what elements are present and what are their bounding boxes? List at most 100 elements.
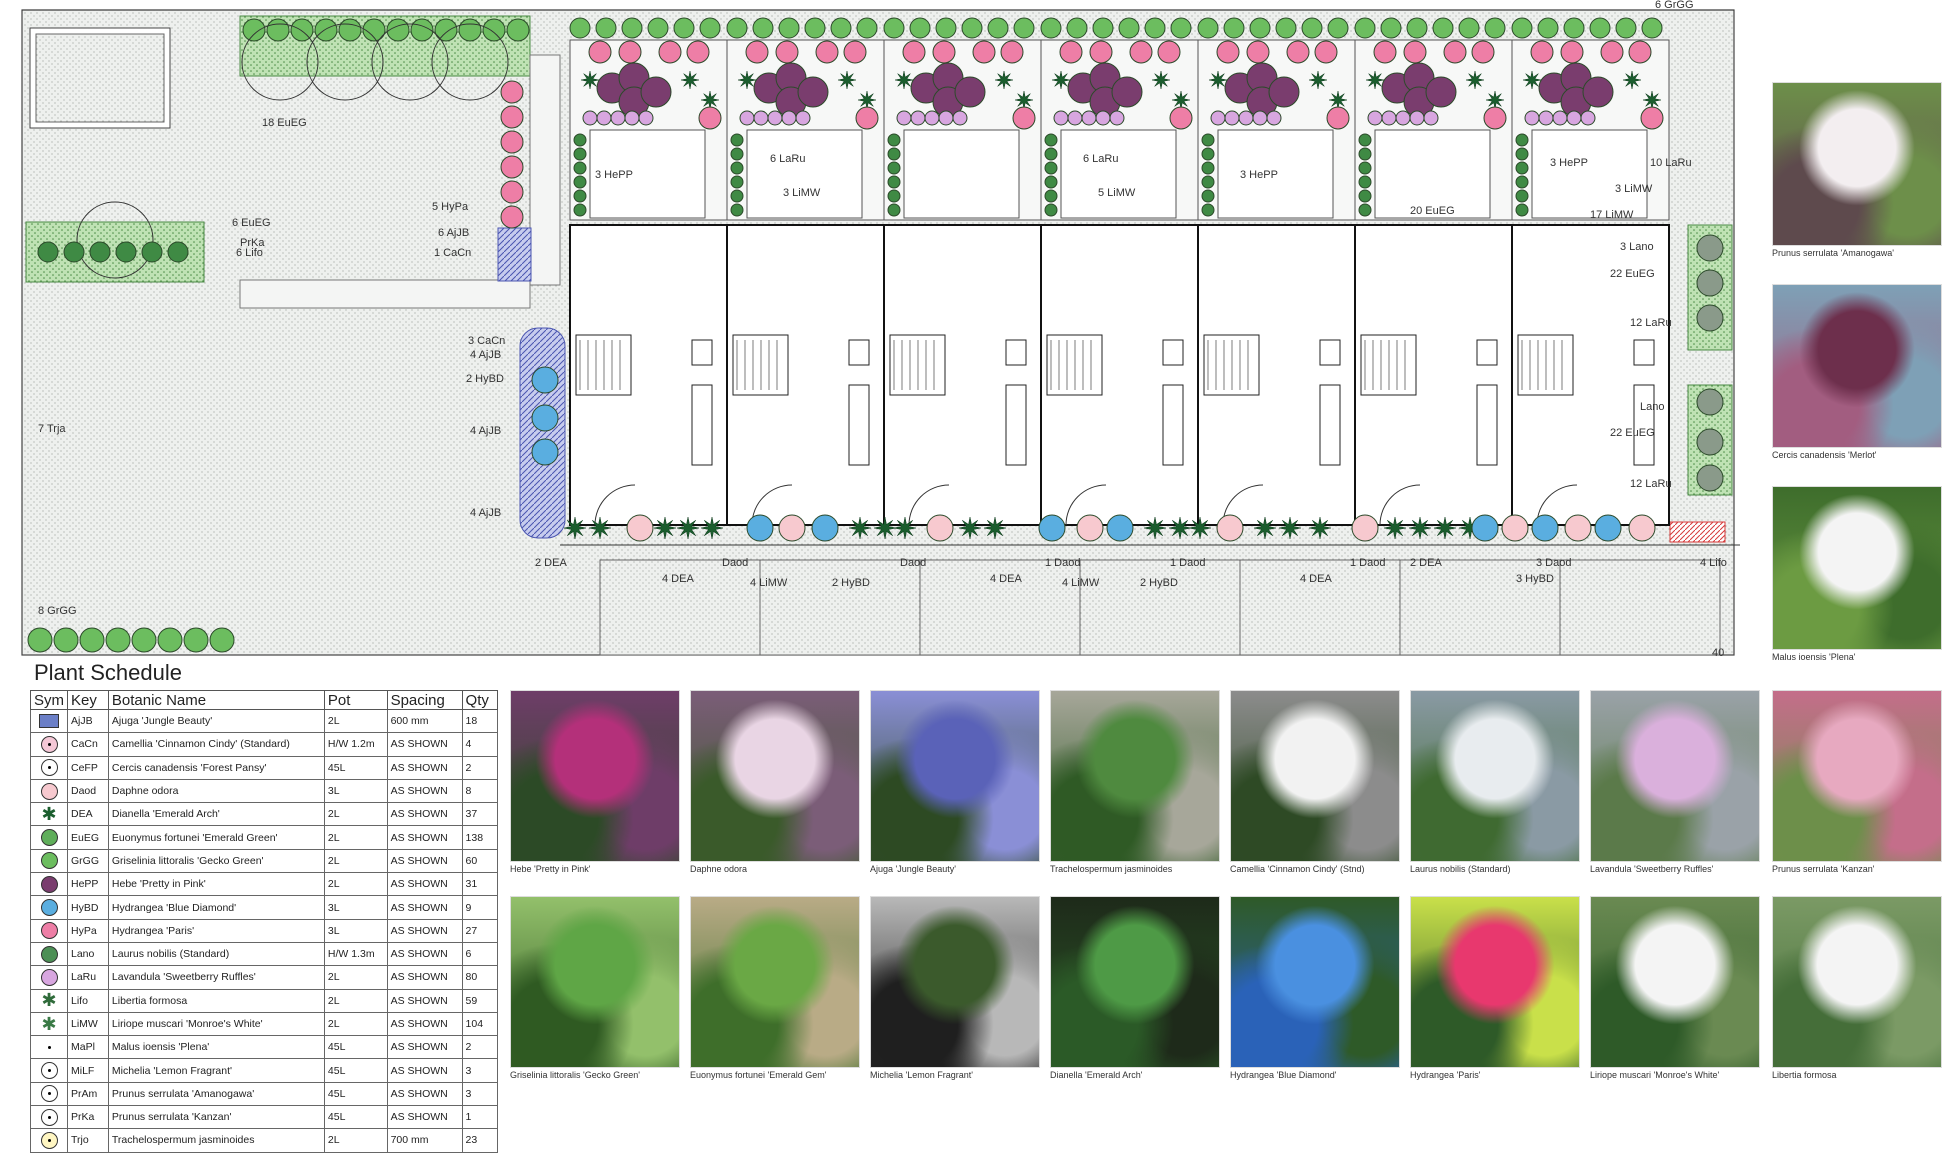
dianella-symbol bbox=[1253, 516, 1277, 540]
lavandula-symbol bbox=[1067, 110, 1083, 126]
hydrangea-paris-symbol bbox=[500, 130, 524, 154]
dianella-symbol bbox=[873, 516, 897, 540]
plan-label: 3 LiMW bbox=[783, 187, 821, 199]
hydrangea-blue-symbol bbox=[746, 514, 774, 542]
cell-key: AjJB bbox=[67, 708, 109, 734]
plan-label: 3 Daod bbox=[1536, 557, 1571, 569]
cell-name: Griselinia littoralis 'Gecko Green' bbox=[107, 848, 325, 874]
plan-label: 4 AjJB bbox=[470, 507, 501, 519]
euonymus-symbol bbox=[1358, 133, 1372, 147]
cell-pot: 45L bbox=[323, 1035, 388, 1060]
griselinia-symbol bbox=[569, 17, 591, 39]
cell-name: Camellia 'Cinnamon Cindy' (Standard) bbox=[107, 732, 325, 757]
cell-key: CeFP bbox=[67, 755, 109, 780]
table-row: Lano Laurus nobilis (Standard) H/W 1.3m AS … bbox=[30, 941, 499, 967]
symbol-cell bbox=[30, 848, 68, 874]
cell-qty: 60 bbox=[461, 848, 499, 874]
plant-photo bbox=[1230, 896, 1400, 1068]
cell-qty: 31 bbox=[461, 872, 499, 897]
cell-qty: 27 bbox=[461, 918, 499, 943]
daphne-symbol bbox=[1501, 514, 1529, 542]
cell-spacing: AS SHOWN bbox=[386, 732, 463, 757]
griselinia-symbol bbox=[458, 18, 482, 42]
lavandula-symbol bbox=[1266, 110, 1282, 126]
townhouse-unit bbox=[883, 224, 1042, 526]
plan-label: 2 HyBD bbox=[466, 373, 504, 385]
hydrangea-paris-symbol bbox=[1403, 40, 1427, 64]
cell-pot: 3L bbox=[323, 895, 388, 920]
cell-qty: 138 bbox=[461, 825, 499, 850]
griselinia-symbol bbox=[506, 18, 530, 42]
star-symbol-icon: ✱ bbox=[41, 990, 57, 1011]
ajuga-bed-top bbox=[497, 227, 532, 282]
hydrangea-blue-symbol bbox=[811, 514, 839, 542]
cell-qty: 1 bbox=[461, 1105, 499, 1130]
lavandula-symbol bbox=[1210, 110, 1226, 126]
cell-name: Libertia formosa bbox=[107, 988, 325, 1013]
table-row: CaCn Camellia 'Cinnamon Cindy' (Standard)… bbox=[30, 732, 499, 757]
hydrangea-paris-symbol bbox=[1530, 40, 1554, 64]
col-spacing: Spacing bbox=[386, 690, 463, 710]
cell-qty: 3 bbox=[461, 1081, 499, 1107]
griselinia-symbol bbox=[157, 627, 183, 653]
cell-name: Trachelospermum jasminoides bbox=[107, 1128, 325, 1153]
hydrangea-paris-symbol bbox=[815, 40, 839, 64]
euonymus-symbol bbox=[1201, 189, 1215, 203]
hydrangea-paris-symbol bbox=[1246, 40, 1270, 64]
griselinia-symbol bbox=[752, 17, 774, 39]
griselinia-symbol bbox=[434, 18, 458, 42]
dianella-symbol bbox=[1168, 516, 1192, 540]
plan-label: 4 LiMW bbox=[1062, 577, 1100, 589]
table-row: ✱ LiMW Liriope muscari 'Monroe's White' 2L A… bbox=[30, 1011, 499, 1037]
table-row: Trjo Trachelospermum jasminoides 2L 700 mm 2… bbox=[30, 1128, 499, 1153]
circle-symbol-icon bbox=[40, 759, 58, 777]
lavandula-symbol bbox=[1566, 110, 1582, 126]
dianella-symbol bbox=[1143, 516, 1167, 540]
cell-spacing: AS SHOWN bbox=[386, 988, 463, 1013]
cell-spacing: AS SHOWN bbox=[386, 918, 463, 943]
lavandula-symbol bbox=[753, 110, 769, 126]
griselinia-symbol bbox=[1275, 17, 1297, 39]
symbol-cell bbox=[30, 872, 68, 897]
hydrangea-paris-symbol bbox=[1560, 40, 1584, 64]
dianella-symbol bbox=[1051, 70, 1071, 90]
cell-qty: 104 bbox=[461, 1011, 499, 1037]
euonymus-symbol bbox=[1358, 203, 1372, 217]
cell-name: Daphne odora bbox=[107, 778, 325, 804]
griselinia-symbol bbox=[1563, 17, 1585, 39]
lavandula-symbol bbox=[1409, 110, 1425, 126]
symbol-cell bbox=[30, 778, 68, 804]
cell-pot: 45L bbox=[323, 1058, 388, 1083]
plan-label: 6 AjJB bbox=[438, 227, 469, 239]
cell-qty: 2 bbox=[461, 755, 499, 780]
griselinia-symbol bbox=[1249, 17, 1271, 39]
laurus-symbol bbox=[1696, 269, 1724, 297]
plant-photo-caption: Trachelospermum jasminoides bbox=[1050, 864, 1173, 874]
cell-qty: 2 bbox=[461, 1035, 499, 1060]
griselinia-symbol bbox=[1458, 17, 1480, 39]
griselinia-symbol bbox=[699, 17, 721, 39]
euonymus-symbol bbox=[730, 147, 744, 161]
hydrangea-paris-symbol bbox=[1012, 106, 1036, 130]
hebe-symbol bbox=[640, 76, 672, 108]
griselinia-symbol bbox=[242, 18, 266, 42]
dianella-symbol bbox=[588, 516, 612, 540]
plant-photo bbox=[510, 690, 680, 862]
griselinia-symbol bbox=[778, 17, 800, 39]
cell-pot: 2L bbox=[323, 708, 388, 734]
plant-photo bbox=[1410, 690, 1580, 862]
plan-label: 2 DEA bbox=[535, 557, 567, 569]
euonymus-symbol bbox=[1515, 147, 1529, 161]
symbol-cell bbox=[30, 1081, 68, 1107]
col-botanic-name: Botanic Name bbox=[107, 690, 325, 710]
griselinia-symbol bbox=[987, 17, 1009, 39]
hydrangea-paris-symbol bbox=[1483, 106, 1507, 130]
hydrangea-paris-symbol bbox=[1640, 106, 1664, 130]
hydrangea-paris-symbol bbox=[1471, 40, 1495, 64]
euonymus-symbol bbox=[730, 175, 744, 189]
plan-label: 4 AjJB bbox=[470, 425, 501, 437]
symbol-cell bbox=[30, 708, 68, 734]
table-row: Daod Daphne odora 3L AS SHOWN 8 bbox=[30, 778, 499, 804]
plan-label: 4 Lifo bbox=[1700, 557, 1727, 569]
dianella-symbol bbox=[563, 516, 587, 540]
